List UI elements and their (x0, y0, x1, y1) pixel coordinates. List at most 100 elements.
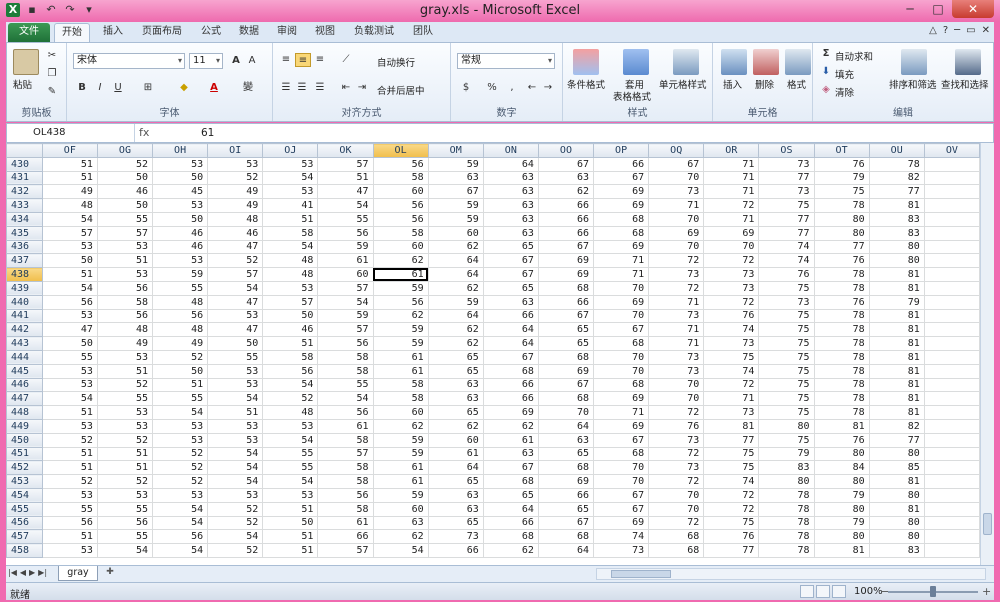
cell[interactable]: 75 (758, 391, 815, 407)
cell[interactable]: 64 (482, 322, 539, 338)
cell[interactable]: 55 (96, 529, 154, 545)
row-header[interactable]: 440 (6, 294, 43, 310)
cell[interactable]: 68 (593, 225, 650, 241)
cell[interactable]: 54 (41, 211, 98, 227)
cell[interactable]: 71 (703, 170, 760, 186)
cell[interactable] (923, 322, 980, 338)
cell[interactable]: 48 (262, 253, 319, 269)
cell[interactable]: 62 (427, 280, 484, 296)
cell[interactable]: 51 (41, 460, 98, 476)
column-header-or[interactable]: OR (703, 143, 760, 158)
cell[interactable]: 79 (868, 294, 925, 310)
cell[interactable]: 80 (813, 529, 870, 545)
cell[interactable]: 53 (152, 487, 209, 503)
fill-color-icon[interactable]: ◆ (177, 81, 191, 95)
cell[interactable] (923, 377, 980, 393)
cell[interactable]: 65 (427, 363, 484, 379)
cell[interactable] (923, 225, 980, 241)
format-cells-icon[interactable] (785, 49, 811, 75)
cell[interactable]: 51 (262, 501, 319, 517)
cell[interactable]: 54 (207, 446, 264, 462)
horizontal-scrollbar[interactable] (596, 568, 986, 580)
cell[interactable]: 63 (537, 170, 595, 186)
tab-insert[interactable]: 插入 (96, 23, 130, 42)
zoom-level[interactable]: 100% (854, 586, 883, 597)
column-header-om[interactable]: OM (427, 143, 484, 158)
cell[interactable]: 78 (813, 336, 870, 351)
cell[interactable]: 65 (482, 280, 539, 296)
cell[interactable]: 60 (372, 501, 429, 517)
cell[interactable]: 53 (41, 363, 98, 379)
cell[interactable]: 51 (262, 529, 319, 545)
prev-sheet-icon[interactable]: ◀ (20, 568, 26, 577)
cell[interactable]: 67 (593, 487, 650, 503)
cell[interactable]: 80 (813, 501, 870, 517)
cell[interactable]: 51 (96, 446, 154, 462)
paste-button[interactable]: 粘贴 (13, 77, 32, 91)
cell[interactable]: 67 (648, 156, 705, 172)
cell[interactable]: 54 (262, 170, 319, 186)
cell[interactable]: 81 (813, 543, 870, 558)
format-table-button-line2[interactable]: 表格格式 (613, 89, 651, 103)
cell[interactable]: 54 (207, 460, 264, 476)
cell[interactable]: 80 (813, 446, 870, 462)
cell[interactable]: 77 (758, 211, 815, 227)
cell[interactable]: 51 (96, 363, 154, 379)
cell[interactable]: 56 (96, 515, 154, 531)
cell[interactable]: 61 (317, 515, 374, 531)
cell[interactable]: 77 (868, 432, 925, 448)
decrease-decimal-icon[interactable]: → (541, 81, 555, 95)
cell[interactable]: 81 (868, 501, 925, 517)
cell[interactable]: 73 (758, 294, 815, 310)
cell[interactable]: 83 (868, 211, 925, 227)
cell[interactable]: 54 (262, 432, 319, 448)
cell[interactable]: 53 (262, 418, 319, 434)
cell[interactable]: 53 (96, 267, 154, 282)
cell[interactable]: 70 (648, 391, 705, 407)
row-header[interactable]: 437 (6, 253, 43, 269)
cell[interactable]: 55 (152, 391, 209, 407)
cell[interactable]: 70 (593, 308, 650, 324)
cell[interactable]: 62 (372, 308, 429, 324)
help-icon[interactable]: ? (943, 25, 948, 36)
cell[interactable]: 56 (262, 363, 319, 379)
cell[interactable]: 81 (868, 363, 925, 379)
cell[interactable]: 51 (262, 543, 319, 558)
cell[interactable]: 53 (152, 432, 209, 448)
cell[interactable] (923, 446, 980, 462)
cell[interactable]: 78 (868, 156, 925, 172)
cell[interactable]: 81 (868, 308, 925, 324)
cell[interactable]: 57 (317, 280, 374, 296)
row-header[interactable]: 442 (6, 322, 43, 338)
cell[interactable]: 72 (703, 377, 760, 393)
cell[interactable]: 66 (482, 515, 539, 531)
merge-center-button[interactable]: 合并后居中 (377, 83, 425, 97)
cell[interactable]: 57 (317, 322, 374, 338)
cell[interactable]: 65 (427, 474, 484, 489)
find-select-button[interactable]: 查找和选择 (941, 77, 989, 91)
underline-button[interactable]: U (111, 81, 125, 95)
cell[interactable]: 71 (703, 184, 760, 200)
cell[interactable]: 64 (537, 418, 595, 434)
cell[interactable]: 83 (758, 460, 815, 476)
cell[interactable]: 68 (593, 211, 650, 227)
cell[interactable]: 79 (758, 446, 815, 462)
cell[interactable]: 72 (703, 487, 760, 503)
cell-styles-button[interactable]: 单元格样式 (659, 77, 707, 91)
cell[interactable]: 75 (758, 405, 815, 420)
cell[interactable]: 72 (648, 280, 705, 296)
row-header[interactable]: 453 (6, 474, 43, 489)
cell[interactable]: 75 (703, 460, 760, 476)
cell[interactable]: 66 (537, 294, 595, 310)
cell[interactable]: 73 (758, 184, 815, 200)
cell[interactable]: 53 (207, 156, 264, 172)
cell[interactable]: 68 (537, 529, 595, 545)
cell[interactable]: 54 (372, 543, 429, 558)
cell[interactable]: 54 (41, 280, 98, 296)
cell[interactable]: 76 (703, 308, 760, 324)
cell[interactable]: 47 (317, 184, 374, 200)
cell[interactable]: 69 (593, 515, 650, 531)
tab-file[interactable]: 文件 (8, 23, 50, 42)
cell[interactable]: 68 (593, 336, 650, 351)
cell[interactable]: 83 (868, 225, 925, 241)
